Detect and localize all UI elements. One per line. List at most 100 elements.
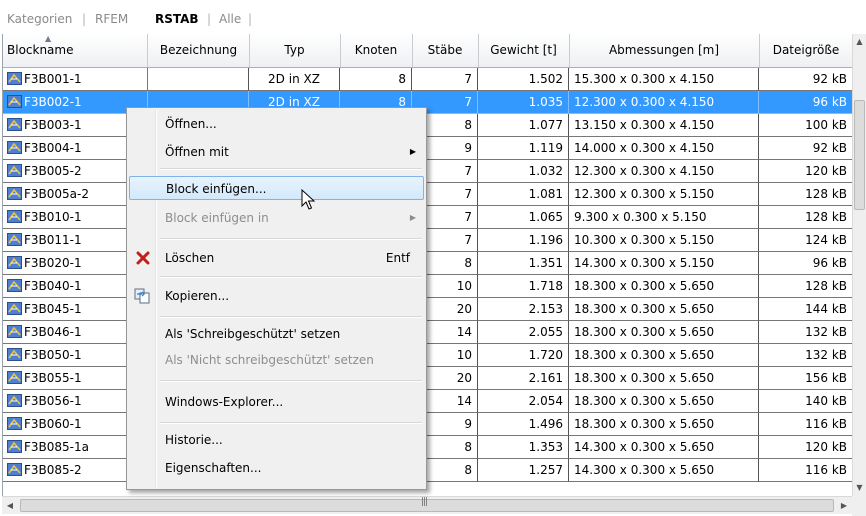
menu-item-copy[interactable]: Kopieren...: [129, 284, 424, 308]
cell-abmessungen: 14.300 x 0.300 x 5.650: [569, 436, 759, 459]
scrollbar-corner: [852, 496, 866, 516]
cell-abmessungen: 15.300 x 0.300 x 4.150: [569, 68, 759, 91]
cell-abmessungen: 14.300 x 0.300 x 5.150: [569, 252, 759, 275]
cell-gewicht: 1.496: [478, 413, 569, 436]
cell-abmessungen: 18.300 x 0.300 x 5.650: [569, 298, 759, 321]
table-header: ▲ Blockname Bezeichnung Typ Knoten Stäbe…: [3, 34, 853, 68]
column-header-blockname[interactable]: ▲ Blockname: [3, 34, 148, 67]
cell-dateigroesse: 96 kB: [759, 91, 853, 114]
column-header-dateigroesse[interactable]: Dateigröße: [759, 34, 853, 67]
categories-label: Kategorien: [7, 12, 73, 26]
cell-dateigroesse: 92 kB: [759, 68, 853, 91]
vertical-scroll-thumb[interactable]: [854, 100, 865, 210]
tab-separator: |: [82, 12, 87, 26]
menu-item-open[interactable]: Öffnen...: [129, 112, 424, 136]
menu-item-delete[interactable]: Löschen Entf: [129, 246, 424, 270]
cell-dateigroesse: 100 kB: [759, 114, 853, 137]
cell-gewicht: 1.032: [478, 160, 569, 183]
horizontal-scroll-thumb[interactable]: |||: [20, 497, 834, 512]
sort-ascending-icon: ▲: [45, 34, 52, 43]
cell-gewicht: 1.065: [478, 206, 569, 229]
tab-rstab[interactable]: RSTAB: [155, 12, 199, 26]
cell-gewicht: 1.718: [478, 275, 569, 298]
cell-gewicht: 1.502: [478, 68, 569, 91]
column-header-typ[interactable]: Typ: [249, 34, 341, 67]
menu-separator: [160, 276, 422, 278]
cell-gewicht: 1.081: [478, 183, 569, 206]
cell-gewicht: 2.055: [478, 321, 569, 344]
column-header-abmessungen[interactable]: Abmessungen [m]: [569, 34, 760, 67]
cell-gewicht: 1.353: [478, 436, 569, 459]
tab-rfem[interactable]: RFEM: [95, 12, 128, 26]
cell-dateigroesse: 116 kB: [759, 413, 853, 436]
column-header-staebe[interactable]: Stäbe: [412, 34, 479, 67]
cell-gewicht: 1.720: [478, 344, 569, 367]
cell-staebe: 7: [412, 68, 478, 91]
context-menu: Öffnen... Öffnen mit ▶ Block einfügen...…: [126, 107, 427, 490]
cell-abmessungen: 14.300 x 0.300 x 5.650: [569, 459, 759, 482]
cell-dateigroesse: 120 kB: [759, 436, 853, 459]
menu-item-history[interactable]: Historie...: [129, 428, 424, 452]
cell-gewicht: 1.119: [478, 137, 569, 160]
mouse-pointer-icon: [301, 189, 316, 210]
cell-dateigroesse: 120 kB: [759, 160, 853, 183]
grip-icon: |||: [421, 497, 428, 507]
cell-gewicht: 1.351: [478, 252, 569, 275]
cell-bezeichnung: [148, 68, 249, 91]
cell-gewicht: 2.161: [478, 367, 569, 390]
delete-x-icon: [136, 251, 150, 265]
scroll-right-icon[interactable]: ▶: [836, 497, 852, 514]
cell-dateigroesse: 92 kB: [759, 137, 853, 160]
menu-item-unset-readonly[interactable]: Als 'Nicht schreibgeschützt' setzen: [129, 348, 424, 372]
menu-separator: [160, 316, 422, 318]
cell-dateigroesse: 128 kB: [759, 206, 853, 229]
cell-abmessungen: 18.300 x 0.300 x 5.650: [569, 321, 759, 344]
vertical-scrollbar[interactable]: ▲ ▼: [852, 34, 866, 496]
scroll-down-icon[interactable]: ▼: [853, 480, 866, 496]
menu-item-properties[interactable]: Eigenschaften...: [129, 456, 424, 480]
cell-dateigroesse: 144 kB: [759, 298, 853, 321]
horizontal-scrollbar[interactable]: ◀ ||| ▶: [2, 496, 852, 514]
category-tab-bar: Kategorien | RFEM RSTAB | Alle |: [0, 0, 866, 34]
cell-abmessungen: 12.300 x 0.300 x 5.150: [569, 183, 759, 206]
cell-dateigroesse: 96 kB: [759, 252, 853, 275]
cell-dateigroesse: 156 kB: [759, 367, 853, 390]
cell-abmessungen: 18.300 x 0.300 x 5.650: [569, 344, 759, 367]
delete-shortcut: Entf: [385, 251, 410, 265]
cell-dateigroesse: 140 kB: [759, 390, 853, 413]
menu-item-insert-block-in[interactable]: Block einfügen in ▶: [129, 206, 424, 230]
table-row[interactable]: F3B001-1 2D in XZ 8 7 1.502 15.300 x 0.300 x …: [3, 68, 853, 91]
tab-separator: |: [248, 12, 253, 26]
scroll-up-icon[interactable]: ▲: [853, 34, 866, 50]
menu-item-insert-block[interactable]: Block einfügen...: [129, 176, 424, 200]
menu-separator: [160, 422, 422, 424]
menu-item-open-with[interactable]: Öffnen mit ▶: [129, 140, 424, 164]
cell-abmessungen: 18.300 x 0.300 x 5.650: [569, 275, 759, 298]
cell-knoten: 8: [340, 68, 412, 91]
cell-dateigroesse: 132 kB: [759, 344, 853, 367]
cell-abmessungen: 12.300 x 0.300 x 4.150: [569, 91, 759, 114]
cell-blockname: F3B001-1: [3, 68, 148, 91]
column-header-gewicht[interactable]: Gewicht [t]: [478, 34, 570, 67]
cell-abmessungen: 9.300 x 0.300 x 5.150: [569, 206, 759, 229]
cell-abmessungen: 13.150 x 0.300 x 4.150: [569, 114, 759, 137]
tab-alle[interactable]: Alle: [219, 12, 241, 26]
cell-abmessungen: 18.300 x 0.300 x 5.650: [569, 390, 759, 413]
cell-abmessungen: 14.000 x 0.300 x 4.150: [569, 137, 759, 160]
cell-gewicht: 1.077: [478, 114, 569, 137]
menu-separator: [160, 168, 422, 170]
cell-abmessungen: 12.300 x 0.300 x 4.150: [569, 160, 759, 183]
menu-separator: [160, 380, 422, 382]
menu-item-windows-explorer[interactable]: Windows-Explorer...: [129, 390, 424, 414]
cell-dateigroesse: 124 kB: [759, 229, 853, 252]
column-header-bezeichnung[interactable]: Bezeichnung: [148, 34, 250, 67]
cell-dateigroesse: 128 kB: [759, 275, 853, 298]
cell-abmessungen: 18.300 x 0.300 x 5.650: [569, 367, 759, 390]
menu-item-set-readonly[interactable]: Als 'Schreibgeschützt' setzen: [129, 322, 424, 346]
cell-typ: 2D in XZ: [249, 68, 340, 91]
cell-dateigroesse: 132 kB: [759, 321, 853, 344]
column-header-knoten[interactable]: Knoten: [340, 34, 413, 67]
scroll-left-icon[interactable]: ◀: [2, 497, 18, 514]
cell-gewicht: 2.054: [478, 390, 569, 413]
menu-separator: [160, 238, 422, 240]
